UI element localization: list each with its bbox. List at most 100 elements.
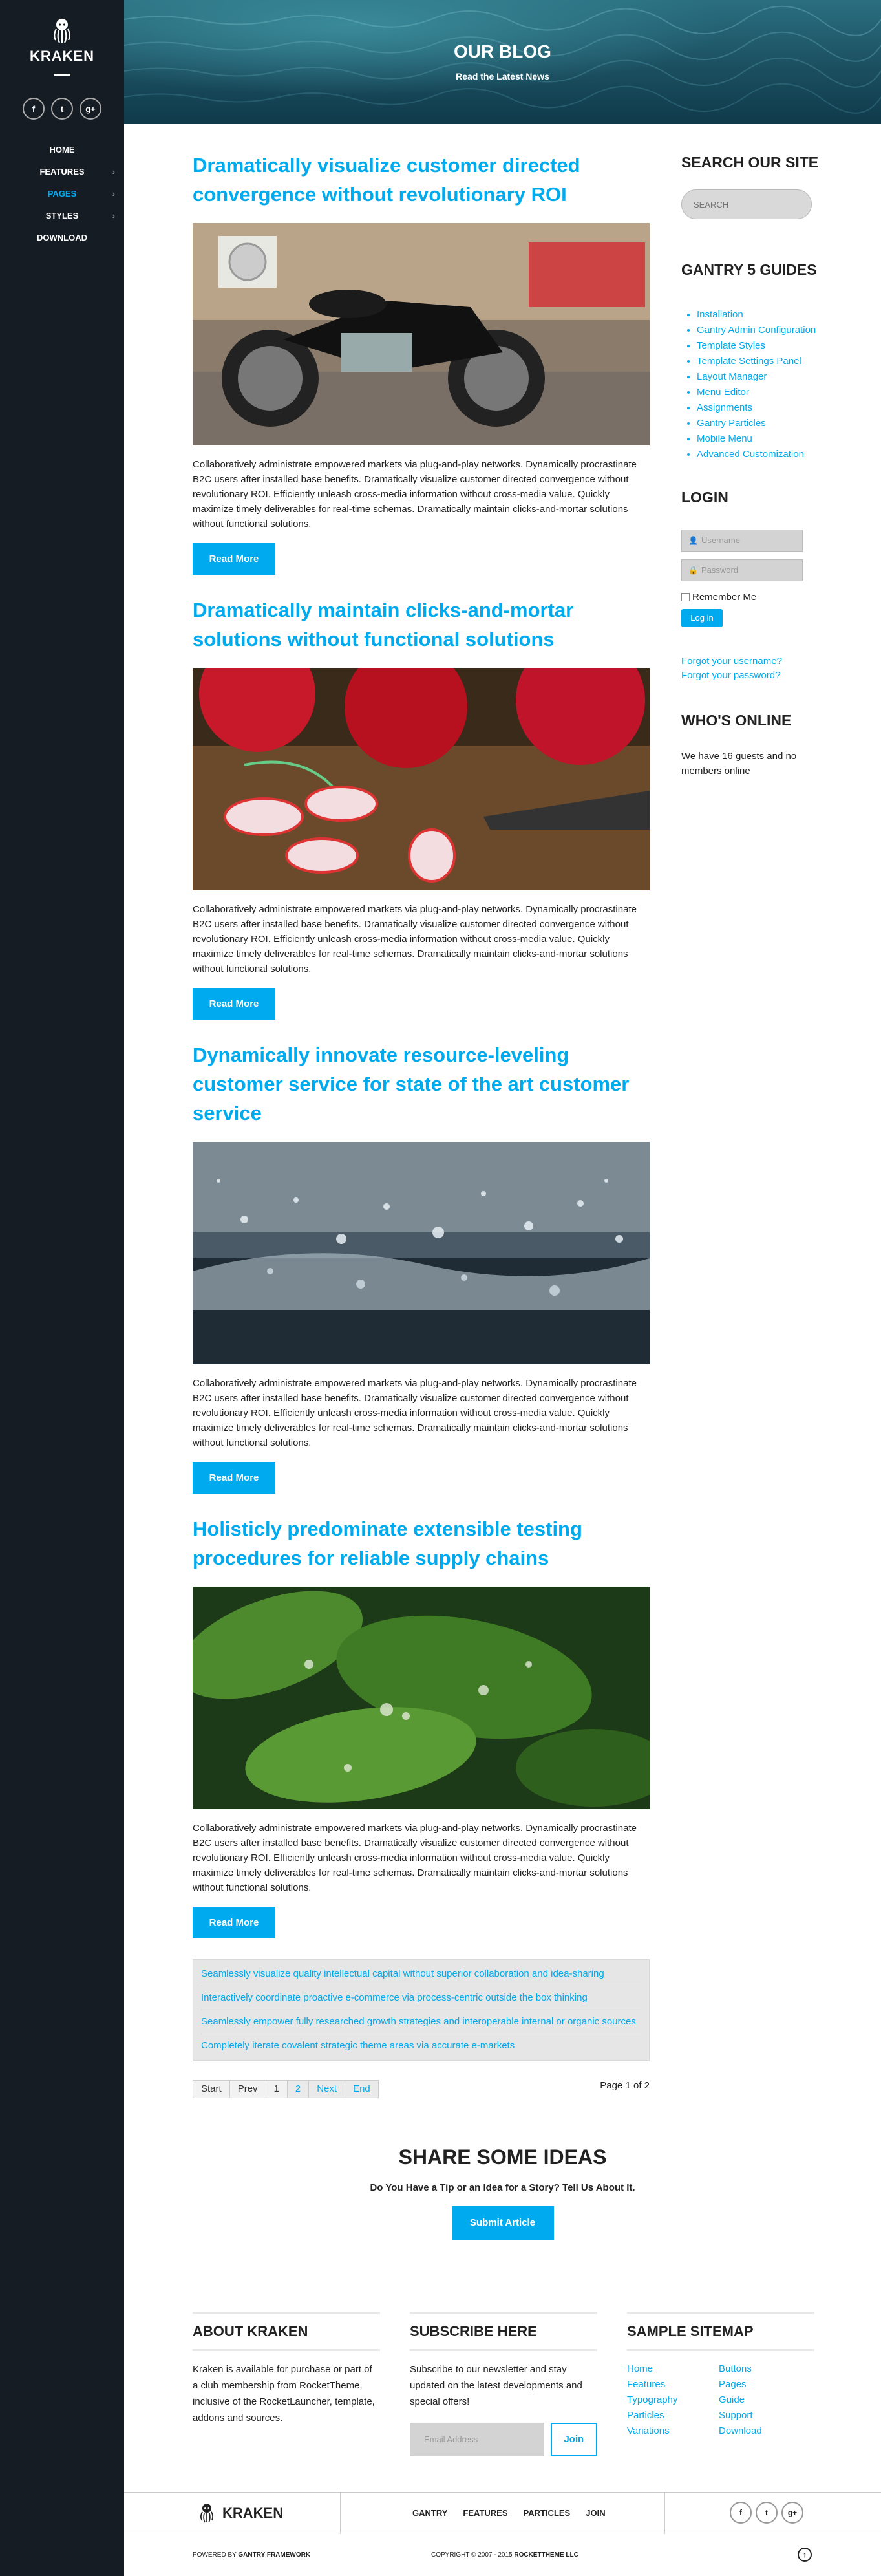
- sitemap-link[interactable]: Typography: [627, 2392, 719, 2408]
- guide-link[interactable]: Installation: [697, 307, 819, 323]
- sitemap-link[interactable]: Support: [719, 2408, 811, 2423]
- guide-link[interactable]: Template Settings Panel: [697, 354, 819, 369]
- footer-nav-features[interactable]: FEATURES: [463, 2508, 507, 2518]
- chevron-right-icon: ›: [112, 189, 115, 199]
- page-next[interactable]: Next: [309, 2081, 346, 2098]
- page-2[interactable]: 2: [287, 2081, 310, 2098]
- read-more-button[interactable]: Read More: [193, 1907, 275, 1938]
- submit-article-button[interactable]: Submit Article: [451, 2206, 554, 2240]
- post-excerpt: Collaboratively administrate empowered m…: [193, 459, 637, 530]
- subscribe-text: Subscribe to our newsletter and stay upd…: [410, 2364, 582, 2407]
- list-item[interactable]: Seamlessly visualize quality intellectua…: [201, 1962, 641, 1986]
- nav-item-features[interactable]: FEATURES ›: [0, 161, 124, 183]
- guide-link[interactable]: Mobile Menu: [697, 431, 819, 447]
- twitter-icon[interactable]: t: [51, 98, 73, 120]
- sitemap-link[interactable]: Particles: [627, 2408, 719, 2423]
- nav-item-styles[interactable]: STYLES ›: [0, 205, 124, 227]
- sitemap-link[interactable]: Buttons: [719, 2361, 811, 2377]
- page-end[interactable]: End: [345, 2081, 378, 2098]
- sitemap-link[interactable]: Guide: [719, 2392, 811, 2408]
- post-image-radishes[interactable]: [193, 668, 650, 890]
- more-articles-list: Seamlessly visualize quality intellectua…: [193, 1959, 650, 2061]
- powered-link[interactable]: GANTRY FRAMEWORK: [238, 2551, 310, 2559]
- brand-name: KRAKEN: [29, 48, 95, 64]
- post-title[interactable]: Dramatically maintain clicks-and-mortar …: [193, 596, 650, 654]
- footer-social: f t g+: [730, 2502, 803, 2524]
- guide-link[interactable]: Menu Editor: [697, 385, 819, 400]
- guide-link[interactable]: Gantry Particles: [697, 416, 819, 431]
- page-start: Start: [193, 2081, 230, 2098]
- username-field[interactable]: 👤 Username: [681, 530, 803, 552]
- nav-item-download[interactable]: DOWNLOAD: [0, 227, 124, 249]
- guide-link[interactable]: Layout Manager: [697, 369, 819, 385]
- footer-nav-join[interactable]: JOIN: [586, 2508, 605, 2518]
- sitemap-link[interactable]: Features: [627, 2377, 719, 2392]
- facebook-icon[interactable]: f: [23, 98, 45, 120]
- sitemap-links: Home Features Typography Particles Varia…: [627, 2361, 814, 2439]
- sitemap-link[interactable]: Download: [719, 2423, 811, 2439]
- copyright-owner[interactable]: ROCKETTHEME LLC: [514, 2551, 578, 2559]
- googleplus-icon[interactable]: g+: [80, 98, 101, 120]
- footer-nav-particles[interactable]: PARTICLES: [524, 2508, 571, 2518]
- sidebar-social: f t g+: [0, 98, 124, 120]
- read-more-button[interactable]: Read More: [193, 988, 275, 1020]
- footer-divider: [340, 2493, 341, 2534]
- sitemap-column: SAMPLE SITEMAP Home Features Typography …: [627, 2312, 814, 2439]
- brand-logo[interactable]: KRAKEN: [0, 0, 124, 76]
- post-excerpt: Collaboratively administrate empowered m…: [193, 1823, 637, 1893]
- post-title[interactable]: Dramatically visualize customer directed…: [193, 151, 650, 209]
- googleplus-icon[interactable]: g+: [781, 2502, 803, 2524]
- sitemap-link[interactable]: Variations: [627, 2423, 719, 2439]
- guide-link[interactable]: Template Styles: [697, 338, 819, 354]
- pagination-controls: Start Prev 1 2 Next End: [193, 2080, 379, 2098]
- footer-nav-gantry[interactable]: GANTRY: [412, 2508, 447, 2518]
- search-title: SEARCH OUR SITE: [681, 154, 819, 171]
- sitemap-link[interactable]: Pages: [719, 2377, 811, 2392]
- kraken-logo-icon: [54, 19, 70, 43]
- nav-item-pages[interactable]: PAGES ›: [0, 183, 124, 205]
- page-prev: Prev: [229, 2081, 266, 2098]
- page-subtitle: Read the Latest News: [456, 71, 549, 81]
- hero-banner: OUR BLOG Read the Latest News: [124, 0, 881, 124]
- remember-checkbox[interactable]: [681, 593, 690, 601]
- post-title[interactable]: Dynamically innovate resource-leveling c…: [193, 1040, 650, 1128]
- remember-me[interactable]: Remember Me: [681, 592, 819, 603]
- subscribe-form: Email Address Join: [410, 2423, 597, 2456]
- hero-water-texture: [124, 5, 881, 114]
- nav-label: STYLES: [45, 211, 79, 220]
- guide-link[interactable]: Gantry Admin Configuration: [697, 323, 819, 338]
- footer-logo[interactable]: KRAKEN: [198, 2503, 283, 2524]
- password-field[interactable]: 🔒 Password: [681, 559, 803, 581]
- back-to-top-icon[interactable]: ↑: [798, 2548, 812, 2562]
- list-item[interactable]: Seamlessly empower fully researched grow…: [201, 2010, 641, 2034]
- online-title: WHO'S ONLINE: [681, 712, 792, 729]
- forgot-password-link[interactable]: Forgot your password?: [681, 669, 819, 683]
- list-item[interactable]: Interactively coordinate proactive e-com…: [201, 1986, 641, 2010]
- read-more-button[interactable]: Read More: [193, 1462, 275, 1494]
- nav-item-home[interactable]: HOME: [0, 139, 124, 161]
- online-text: We have 16 guests and no members online: [681, 751, 797, 777]
- post-title[interactable]: Holisticly predominate extensible testin…: [193, 1514, 650, 1572]
- read-more-button[interactable]: Read More: [193, 543, 275, 575]
- footer-nav: GANTRY FEATURES PARTICLES JOIN: [412, 2508, 606, 2518]
- facebook-icon[interactable]: f: [730, 2502, 752, 2524]
- twitter-icon[interactable]: t: [756, 2502, 778, 2524]
- nav-label: DOWNLOAD: [37, 233, 87, 242]
- about-column: ABOUT KRAKEN Kraken is available for pur…: [193, 2312, 380, 2426]
- post-image-green-leaves[interactable]: [193, 1587, 650, 1809]
- login-button[interactable]: Log in: [681, 609, 723, 627]
- sitemap-col-1: Home Features Typography Particles Varia…: [627, 2361, 719, 2439]
- post-image-water-splash[interactable]: [193, 1142, 650, 1364]
- guide-link[interactable]: Assignments: [697, 400, 819, 416]
- post-image-motorcycle[interactable]: [193, 223, 650, 445]
- sitemap-title: SAMPLE SITEMAP: [627, 2312, 814, 2351]
- guide-link[interactable]: Advanced Customization: [697, 447, 819, 462]
- footer-divider: [664, 2493, 665, 2534]
- forgot-username-link[interactable]: Forgot your username?: [681, 654, 819, 669]
- list-item[interactable]: Completely iterate covalent strategic th…: [201, 2034, 641, 2057]
- sidebar-nav: HOME FEATURES › PAGES › STYLES › DOWNLOAD: [0, 139, 124, 249]
- email-field[interactable]: Email Address: [410, 2423, 544, 2456]
- join-button[interactable]: Join: [550, 2423, 597, 2456]
- sitemap-link[interactable]: Home: [627, 2361, 719, 2377]
- search-input[interactable]: [681, 189, 812, 219]
